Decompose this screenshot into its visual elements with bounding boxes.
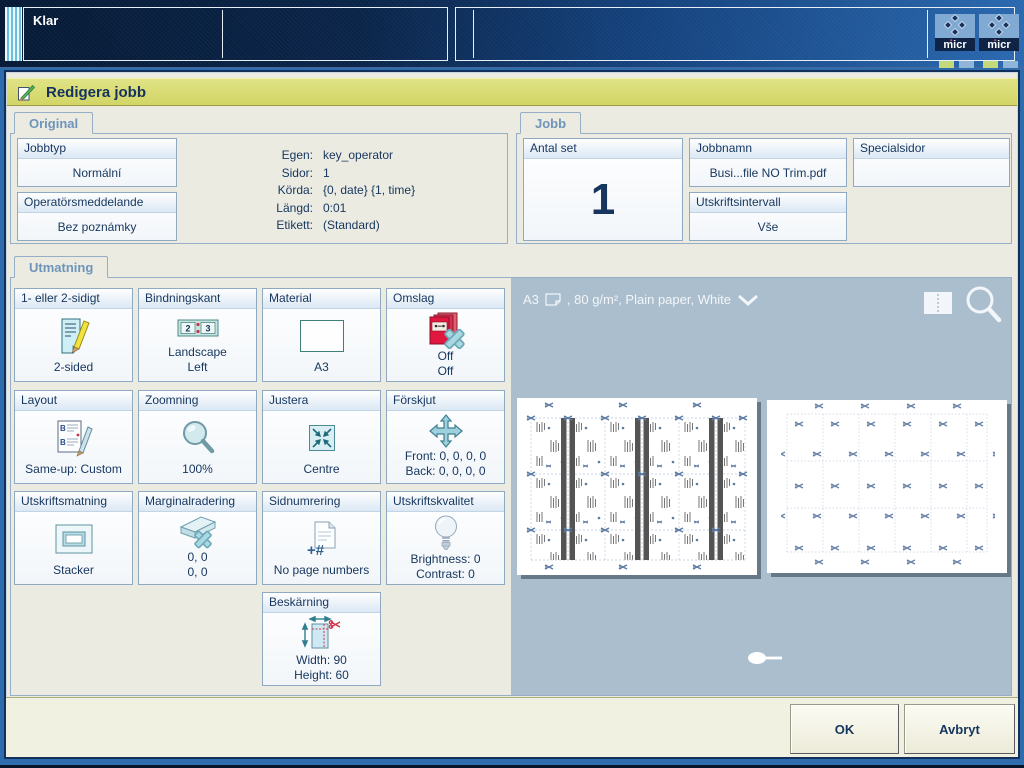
cancel-button[interactable]: Avbryt [904,704,1015,754]
info-row: Längd:0:01 [237,200,505,218]
page-numbers-icon: +# [263,512,380,563]
page-numbering-button[interactable]: Sidnumrering +# No page numbers [262,491,381,585]
specialsidor-button[interactable]: Specialsidor [853,138,1010,187]
sheet-front-preview [517,398,757,575]
output-tray-button[interactable]: Utskriftsmatning Stacker [14,491,133,585]
tab-original[interactable]: Original [14,112,93,134]
material-button[interactable]: Material A3 [262,288,381,382]
utskriftsintervall-value: Vše [758,220,779,234]
two-sided-icon [15,309,132,360]
svg-text:2: 2 [185,324,190,334]
material-icon [263,309,380,360]
svg-text:+#: +# [307,542,325,558]
sides-button[interactable]: 1- eller 2-sidigt 2-sided [14,288,133,382]
margin-erase-icon [139,512,256,550]
job-info-list: Egen:key_operator Sidor:1 Körda:{0, date… [237,147,505,235]
micr-status-tile-right: micr [979,14,1019,57]
jobbtyp-button[interactable]: Jobbtyp Normální [17,138,177,187]
svg-text:3: 3 [205,324,210,334]
svg-text:micr: micr [943,39,967,51]
status-divider [473,10,474,58]
margin-erase-button[interactable]: Marginalradering 0, 00, 0 [138,491,257,585]
operator-message-value: Bez poznámky [58,220,137,234]
align-icon [263,411,380,462]
activity-stripes-icon [5,7,22,61]
svg-text:micr: micr [987,39,1011,51]
jobbnamn-button[interactable]: Jobbnamn Busi...file NO Trim.pdf [689,138,847,187]
edit-job-icon [17,83,36,102]
status-divider [222,10,223,58]
layout-icon: B B [15,411,132,462]
info-row: Egen:key_operator [237,147,505,165]
binding-edge-icon: 2 3 [139,309,256,345]
micr-icon: micr [935,14,975,52]
zoom-button[interactable]: Zoomning 100% [138,390,257,484]
output-tray-icon [15,512,132,563]
jobb-panel: Jobb Antal set 1 Jobbnamn Busi...file NO… [516,112,1012,245]
align-button[interactable]: Justera [262,390,381,484]
ok-button[interactable]: OK [790,704,899,754]
info-row: Sidor:1 [237,165,505,183]
tab-utmatning[interactable]: Utmatning [14,256,108,278]
status-divider [927,10,928,58]
svg-text:B: B [60,438,66,447]
trim-button[interactable]: Beskärning [262,592,381,686]
dialog-title-bar: Redigera jobb [7,78,1017,106]
plug-icon [746,650,786,671]
status-panel-right: micr micr [455,7,1015,61]
booklet-view-button[interactable] [923,290,953,321]
zoom-preview-button[interactable] [963,284,1005,331]
covers-button[interactable]: Omslag [386,288,505,382]
sheet-back-preview [767,400,1007,573]
jobbtyp-value: Normální [73,166,122,180]
info-row: Etikett:(Standard) [237,217,505,235]
utskriftsintervall-button[interactable]: Utskriftsintervall Vše [689,192,847,241]
status-text: Klar [33,13,58,28]
covers-off-icon [387,309,504,349]
chevron-down-icon [737,294,759,306]
jobb-panel-body: Antal set 1 Jobbnamn Busi...file NO Trim… [516,133,1012,244]
operator-message-button[interactable]: Operatörsmeddelande Bez poznámky [17,192,177,241]
magnifier-icon [963,284,1005,326]
edit-job-dialog: Redigera jobb Original Jobbtyp Normální … [0,68,1024,765]
trim-icon [263,613,380,653]
binding-edge-button[interactable]: Bindningskant 2 3 LandscapeLeft [138,288,257,382]
antal-set-value: 1 [591,175,615,225]
micr-icon: micr [979,14,1019,52]
paper-size-label: A3 [523,292,539,307]
print-quality-icon [387,512,504,552]
preview-pane: A3 , 80 g/m², Plain paper, White [511,278,1011,695]
layout-button[interactable]: Layout B B Same-up: Cust [14,390,133,484]
paper-details-label: , 80 g/m², Plain paper, White [567,292,731,307]
tab-jobb[interactable]: Jobb [520,112,581,134]
page-title: Redigera jobb [46,84,146,101]
antal-set-button[interactable]: Antal set 1 [523,138,683,241]
shift-icon [387,411,504,449]
status-panel-left: Klar [23,7,448,61]
utmatning-panel-body: 1- eller 2-sidigt 2-sided Bindningskan [10,277,1012,696]
paper-selector[interactable]: A3 , 80 g/m², Plain paper, White [523,292,759,307]
dialog-frame: Redigera jobb Original Jobbtyp Normální … [4,70,1020,759]
shift-button[interactable]: Förskjut Front: 0, 0, 0, 0Back: 0, 0, 0,… [386,390,505,484]
dialog-footer: OK Avbryt [6,697,1018,757]
output-settings-grid: 1- eller 2-sidigt 2-sided Bindningskan [11,278,511,695]
original-panel: Original Jobbtyp Normální Operatörsmedde… [10,112,508,245]
jobbnamn-value: Busi...file NO Trim.pdf [710,166,827,180]
zoom-icon [139,411,256,462]
svg-text:B: B [60,424,66,433]
print-quality-button[interactable]: Utskriftskvalitet Brightness: 0Contrast:… [386,491,505,585]
top-status-bar: Klar micr [0,0,1024,68]
micr-status-tile-left: micr [935,14,975,57]
utmatning-panel: Utmatning 1- eller 2-sidigt [10,256,1012,697]
original-panel-body: Jobbtyp Normální Operatörsmeddelande Bez… [10,133,508,244]
paper-sheet-icon [545,293,561,306]
booklet-icon [923,290,953,316]
info-row: Körda:{0, date} {1, time} [237,182,505,200]
